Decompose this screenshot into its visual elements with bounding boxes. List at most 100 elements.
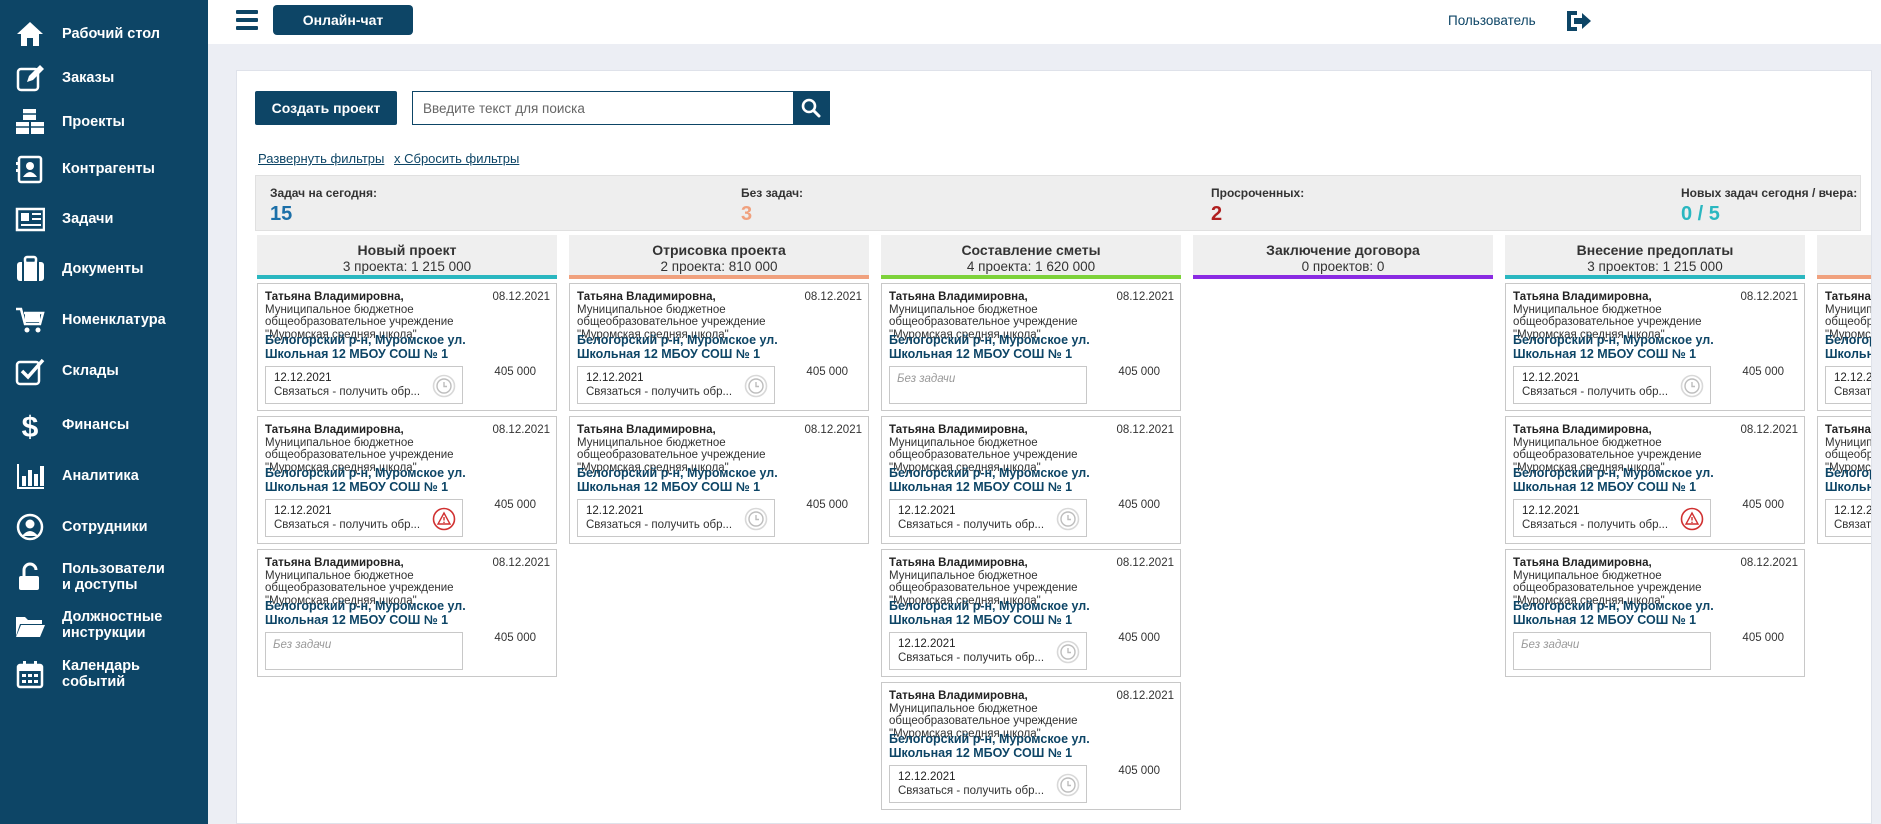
project-card[interactable]: Татьяна Владимировна, Муниципальное бюдж… xyxy=(1817,416,1872,544)
column-summary: 4 проекта: 1 620 000 xyxy=(966,259,1096,274)
card-address[interactable]: Белогорский р-н, Муромское ул. Школьная … xyxy=(265,333,495,361)
no-task-label: Без задачи xyxy=(897,373,956,385)
card-address[interactable]: Белогорский р-н, Муромское ул. Школьная … xyxy=(889,333,1119,361)
project-card[interactable]: Татьяна Владимировна, Муниципальное бюдж… xyxy=(881,682,1181,810)
logout-icon[interactable] xyxy=(1564,8,1592,34)
card-address[interactable]: Белогорский р-н, Муромское ул. Школьная … xyxy=(889,466,1119,494)
project-card[interactable]: Татьяна Владимировна, Муниципальное бюдж… xyxy=(1505,416,1805,544)
card-amount: 405 000 xyxy=(1118,765,1160,777)
sidebar-item-11[interactable]: Пользователи и доступы xyxy=(0,555,208,599)
project-card[interactable]: Татьяна Владимировна, Муниципальное бюдж… xyxy=(881,549,1181,677)
project-card[interactable]: Татьяна Владимировна, Муниципальное бюдж… xyxy=(1505,283,1805,411)
task-box[interactable]: 12.12.2021 Связаться - получить обр... xyxy=(889,499,1087,537)
task-date: 12.12.2021 xyxy=(586,372,644,384)
sidebar-item-12[interactable]: Должностные инструкции xyxy=(0,603,208,647)
task-box[interactable]: 12.12.2021 Связаться - получить обр... xyxy=(265,499,463,537)
client-name: Татьяна Владимировна, xyxy=(265,291,404,303)
card-amount: 405 000 xyxy=(1118,632,1160,644)
project-card[interactable]: Татьяна Владимировна, Муниципальное бюдж… xyxy=(257,549,557,677)
online-chat-button[interactable]: Онлайн-чат xyxy=(273,5,413,35)
sidebar-item-4[interactable]: Задачи xyxy=(0,197,208,241)
task-box[interactable]: Без задачи xyxy=(889,366,1087,404)
expand-filters-link[interactable]: Развернуть фильтры xyxy=(258,151,384,166)
task-box[interactable]: 12.12.2021 Связаться - получить обр... xyxy=(577,366,775,404)
task-box[interactable]: 12.12.2021 Связаться - получить обр... xyxy=(577,499,775,537)
card-address[interactable]: Белогорский р-н, Муромское ул. Школьная … xyxy=(1513,333,1743,361)
project-card[interactable]: Татьяна Владимировна, Муниципальное бюдж… xyxy=(1505,549,1805,677)
sidebar-item-1[interactable]: Заказы xyxy=(0,56,208,100)
card-date: 08.12.2021 xyxy=(1740,291,1798,303)
column-header[interactable]: Составление сметы 4 проекта: 1 620 000 xyxy=(881,235,1181,279)
sidebar-item-3[interactable]: Контрагенты xyxy=(0,147,208,191)
task-box[interactable]: 12.12.2021 Связаться - получить обр... xyxy=(1513,366,1711,404)
newspaper-icon xyxy=(12,201,48,237)
task-text: Связаться - получить обр... xyxy=(898,652,1045,664)
sidebar-item-6[interactable]: Номенклатура xyxy=(0,298,208,342)
task-box[interactable]: Без задачи xyxy=(265,632,463,670)
project-card[interactable]: Татьяна Владимировна, Муниципальное бюдж… xyxy=(257,416,557,544)
card-address[interactable]: Белогорский р-н, Муромское ул. Школьная … xyxy=(889,599,1119,627)
card-date: 08.12.2021 xyxy=(804,291,862,303)
no-task-label: Без задачи xyxy=(273,639,332,651)
project-card[interactable]: Татьяна Владимировна, Муниципальное бюдж… xyxy=(881,283,1181,411)
column-header[interactable]: Новый проект 3 проекта: 1 215 000 xyxy=(257,235,557,279)
project-card[interactable]: Татьяна Владимировна, Муниципальное бюдж… xyxy=(569,416,869,544)
sidebar-item-2[interactable]: Проекты xyxy=(0,100,208,144)
svg-text:$: $ xyxy=(22,411,39,440)
sidebar-item-5[interactable]: Документы xyxy=(0,247,208,291)
task-box[interactable]: 12.12.2021 Связаться - получить обр... xyxy=(1825,366,1872,404)
calendar-icon xyxy=(12,656,48,692)
sidebar-item-label: Финансы xyxy=(62,417,130,433)
home-icon xyxy=(12,16,48,52)
clock-icon xyxy=(432,374,456,398)
card-address[interactable]: Белогорский р-н, Муромское ул. Школьная … xyxy=(265,466,495,494)
project-card[interactable]: Татьяна Владимировна, Муниципальное бюдж… xyxy=(257,283,557,411)
task-box[interactable]: 12.12.2021 Связаться - получить обр... xyxy=(1513,499,1711,537)
sidebar-item-9[interactable]: Аналитика xyxy=(0,454,208,498)
task-box[interactable]: 12.12.2021 Связаться - получить обр... xyxy=(889,632,1087,670)
column-header[interactable]: Отрисовка проекта 2 проекта: 810 000 xyxy=(569,235,869,279)
sidebar-item-0[interactable]: Рабочий стол xyxy=(0,12,208,56)
card-address[interactable]: Белогорский р-н, Муромское ул. Школьная … xyxy=(1825,466,1871,494)
card-address[interactable]: Белогорский р-н, Муромское ул. Школьная … xyxy=(889,732,1119,760)
task-text: Связаться - получить обр... xyxy=(898,785,1045,797)
card-address[interactable]: Белогорский р-н, Муромское ул. Школьная … xyxy=(1825,333,1871,361)
task-box[interactable]: 12.12.2021 Связаться - получить обр... xyxy=(889,765,1087,803)
sidebar-item-label: Пользователи и доступы xyxy=(62,561,165,593)
project-card[interactable]: Татьяна Владимировна, Муниципальное бюдж… xyxy=(569,283,869,411)
column-header[interactable] xyxy=(1817,235,1871,279)
column-header[interactable]: Внесение предоплаты 3 проектов: 1 215 000 xyxy=(1505,235,1805,279)
task-text: Связаться - получить обр... xyxy=(1834,519,1872,531)
task-box[interactable]: 12.12.2021 Связаться - получить обр... xyxy=(265,366,463,404)
sidebar-item-7[interactable]: Склады xyxy=(0,349,208,393)
search-button[interactable] xyxy=(793,92,829,124)
stat-new-tasks: Новых задач сегодня / вчера: 0 / 5 xyxy=(1681,186,1857,226)
card-address[interactable]: Белогорский р-н, Муромское ул. Школьная … xyxy=(265,599,495,627)
search-input[interactable] xyxy=(413,92,793,124)
card-address[interactable]: Белогорский р-н, Муромское ул. Школьная … xyxy=(1513,599,1743,627)
kanban-column: Заключение договора 0 проектов: 0 xyxy=(1193,235,1493,279)
card-address[interactable]: Белогорский р-н, Муромское ул. Школьная … xyxy=(577,333,807,361)
sidebar-item-13[interactable]: Календарь событий xyxy=(0,652,208,696)
reset-filters-link[interactable]: x Сбросить фильтры xyxy=(394,151,519,166)
card-amount: 405 000 xyxy=(1118,499,1160,511)
client-name: Татьяна Владимировна, xyxy=(265,557,404,569)
project-card[interactable]: Татьяна Владимировна, Муниципальное бюдж… xyxy=(881,416,1181,544)
briefcase-icon xyxy=(12,251,48,287)
project-card[interactable]: Татьяна Владимировна, Муниципальное бюдж… xyxy=(1817,283,1872,411)
sidebar-item-8[interactable]: $ Финансы xyxy=(0,403,208,447)
menu-toggle-icon[interactable] xyxy=(236,10,258,30)
task-box[interactable]: 12.12.2021 Связаться - получить обр... xyxy=(1825,499,1872,537)
card-address[interactable]: Белогорский р-н, Муромское ул. Школьная … xyxy=(577,466,807,494)
create-project-button[interactable]: Создать проект xyxy=(255,91,397,125)
task-text: Связаться - получить обр... xyxy=(274,519,421,531)
column-header[interactable]: Заключение договора 0 проектов: 0 xyxy=(1193,235,1493,279)
card-date: 08.12.2021 xyxy=(1116,424,1174,436)
card-address[interactable]: Белогорский р-н, Муромское ул. Школьная … xyxy=(1513,466,1743,494)
card-date: 08.12.2021 xyxy=(492,557,550,569)
cart-icon xyxy=(12,302,48,338)
sidebar-item-10[interactable]: Сотрудники xyxy=(0,505,208,549)
task-box[interactable]: Без задачи xyxy=(1513,632,1711,670)
user-link[interactable]: Пользователь xyxy=(1448,13,1536,28)
task-date: 12.12.2021 xyxy=(1834,372,1872,384)
